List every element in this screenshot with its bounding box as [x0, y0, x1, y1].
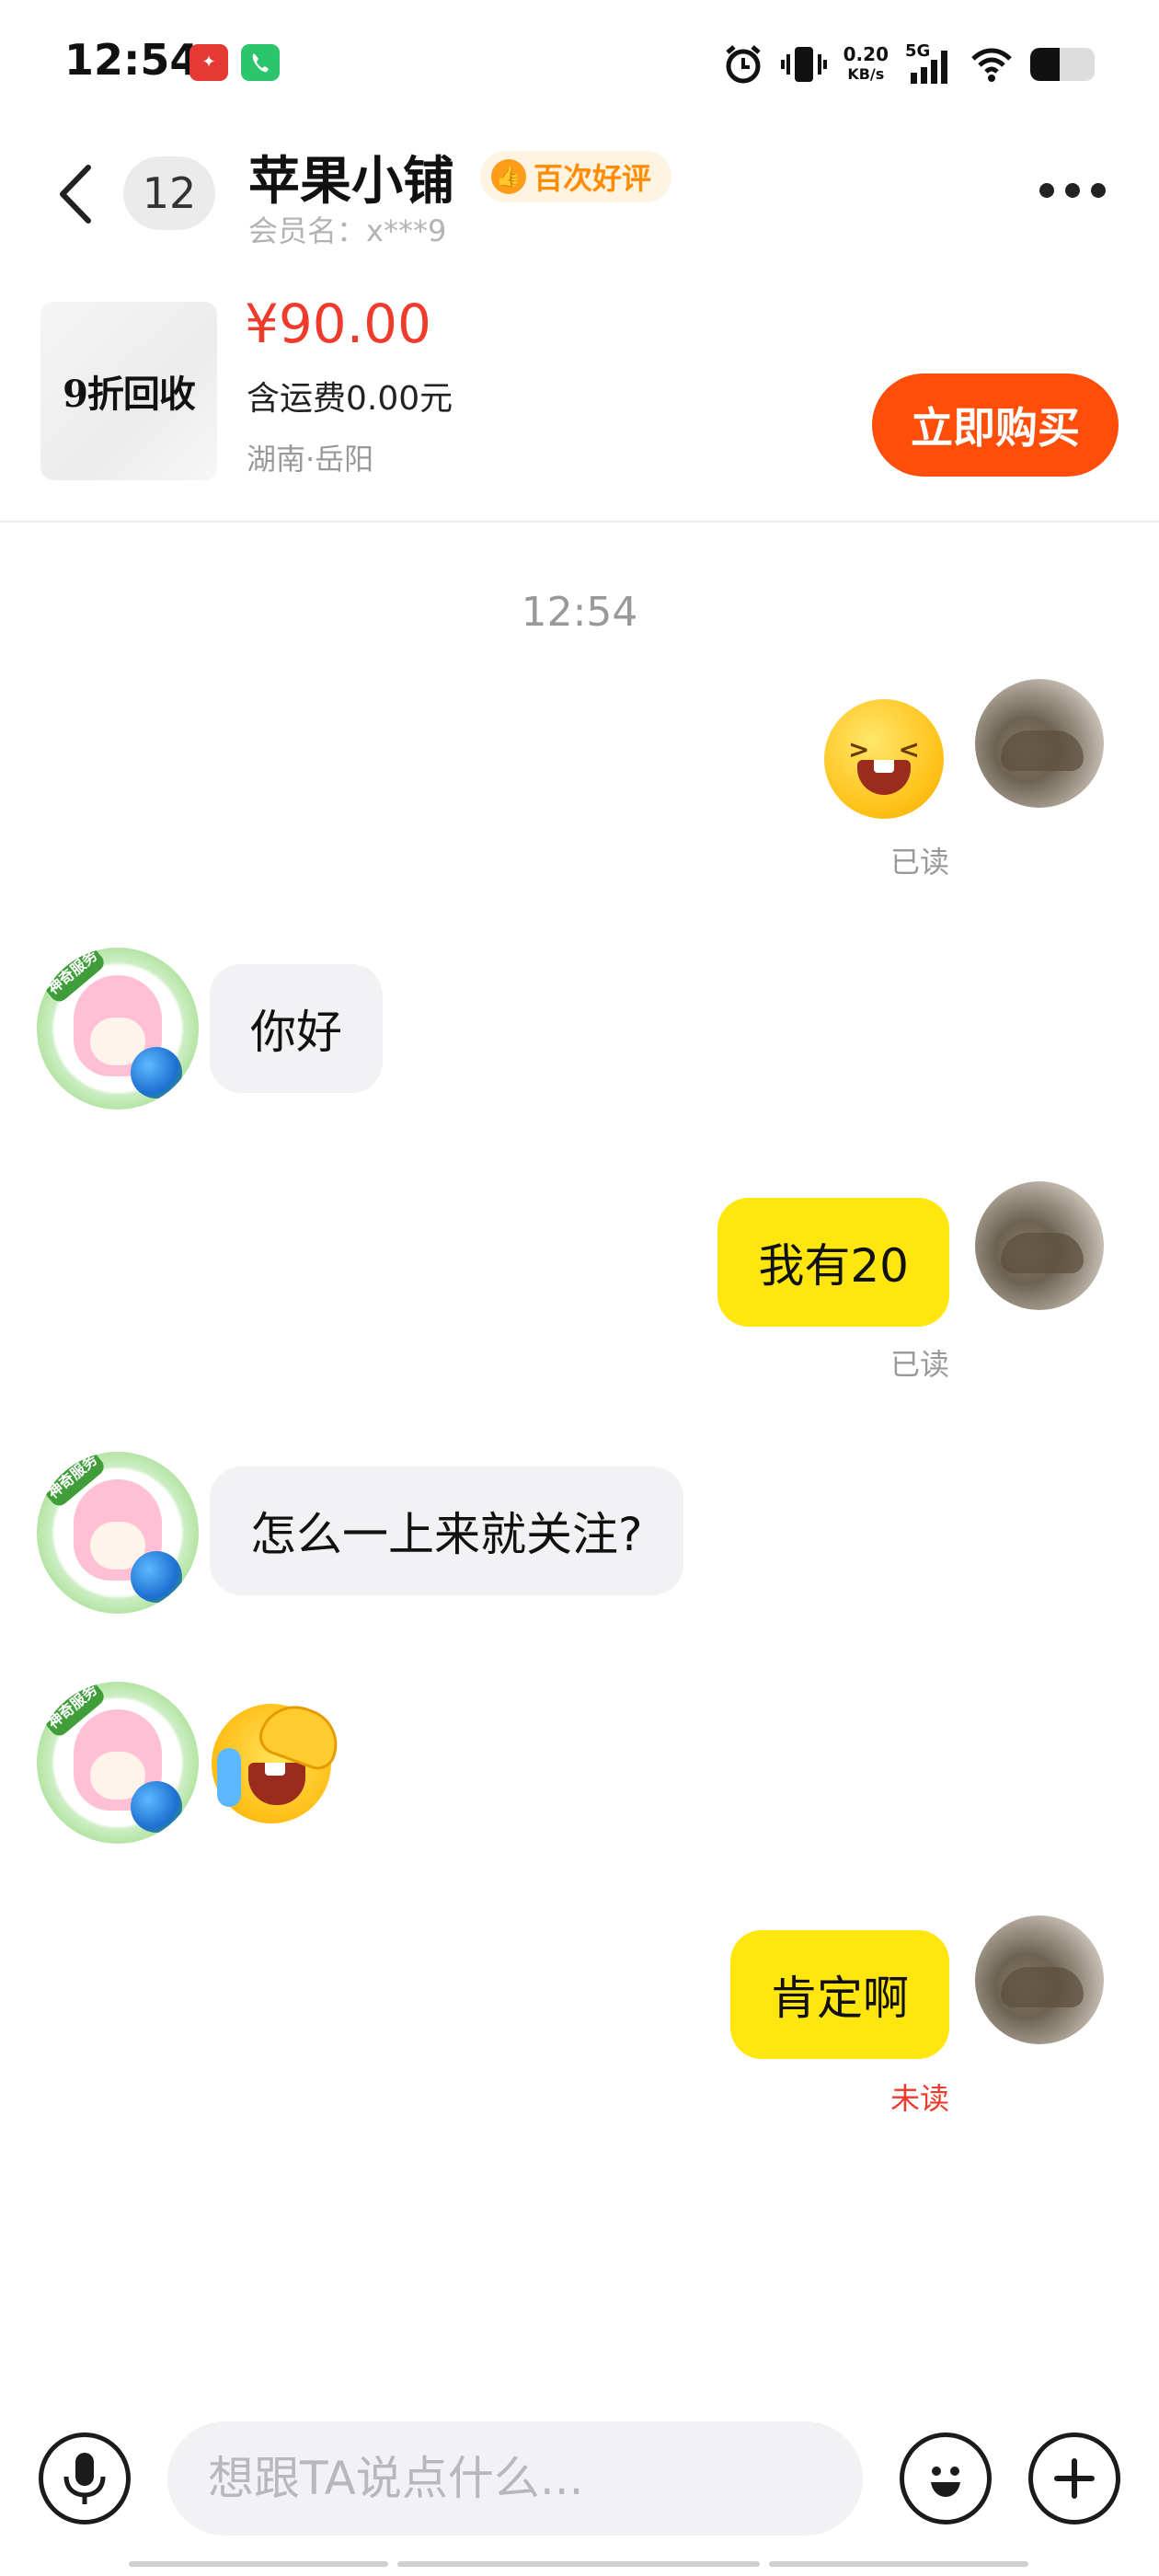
my-avatar[interactable]	[975, 1915, 1104, 2044]
read-status: 已读	[889, 845, 949, 880]
phone-app-icon	[241, 44, 280, 81]
emoji-picker-button[interactable]	[900, 2432, 992, 2524]
read-status: 已读	[889, 1347, 949, 1382]
thumbs-up-icon: 👍	[491, 159, 526, 194]
plus-icon	[1054, 2458, 1095, 2499]
status-time: 12:54	[64, 35, 200, 85]
message-bubble-outgoing[interactable]: 肯定啊	[730, 1930, 949, 2059]
chat-time-separator: 12:54	[521, 589, 638, 636]
rating-badge[interactable]: 👍 百次好评	[480, 151, 672, 202]
seller-avatar[interactable]: 神奇服务	[37, 948, 199, 1110]
shop-name[interactable]: 苹果小铺	[248, 140, 454, 214]
member-name: 会员名：x***9	[248, 213, 447, 248]
my-avatar[interactable]	[975, 679, 1104, 808]
unread-status: 未读	[889, 2081, 949, 2116]
more-options-icon[interactable]	[1039, 177, 1113, 204]
seller-avatar[interactable]: 神奇服务	[37, 1452, 199, 1614]
smiley-icon	[931, 2467, 960, 2497]
signal-icon: 5G	[905, 41, 953, 86]
message-bubble-outgoing[interactable]: 我有20	[717, 1198, 949, 1327]
product-thumb-text: 9折回收	[63, 373, 196, 416]
vibrate-icon	[780, 47, 827, 82]
net-speed-value: 0.20	[843, 43, 889, 65]
rating-badge-label: 百次好评	[534, 161, 652, 196]
nav-bar-segment	[397, 2561, 760, 2567]
product-location: 湖南·岳阳	[247, 442, 374, 477]
laughing-emoji: > <	[824, 699, 944, 819]
status-icons: 0.20 KB/s 5G	[722, 37, 1095, 92]
nav-bar-segment	[129, 2561, 388, 2567]
battery-icon	[1030, 48, 1095, 81]
microphone-icon	[63, 2453, 106, 2504]
crying-laughing-emoji	[212, 1696, 348, 1823]
more-actions-button[interactable]	[1028, 2432, 1120, 2524]
product-thumbnail[interactable]: 9折回收	[40, 302, 217, 480]
wifi-icon	[971, 48, 1012, 82]
my-avatar[interactable]	[975, 1181, 1104, 1310]
header-divider	[0, 521, 1159, 523]
alarm-icon	[726, 45, 761, 84]
voice-input-button[interactable]	[39, 2432, 131, 2524]
seller-avatar[interactable]: 神奇服务	[37, 1682, 199, 1844]
unread-count-badge[interactable]: 12	[123, 156, 215, 230]
product-price: ¥90.00	[245, 293, 431, 355]
buy-now-button[interactable]: 立即购买	[872, 374, 1119, 477]
red-app-icon: ✦	[189, 44, 228, 81]
back-arrow-icon[interactable]	[53, 162, 98, 226]
net-speed-unit: KB/s	[847, 65, 885, 83]
message-bubble-incoming[interactable]: 怎么一上来就关注?	[210, 1466, 683, 1595]
message-bubble-incoming[interactable]: 你好	[210, 964, 383, 1093]
message-input[interactable]	[167, 2421, 863, 2536]
net-speed: 0.20 KB/s	[843, 44, 889, 85]
shipping-fee: 含运费0.00元	[247, 380, 453, 418]
nav-bar-segment	[769, 2561, 1028, 2567]
